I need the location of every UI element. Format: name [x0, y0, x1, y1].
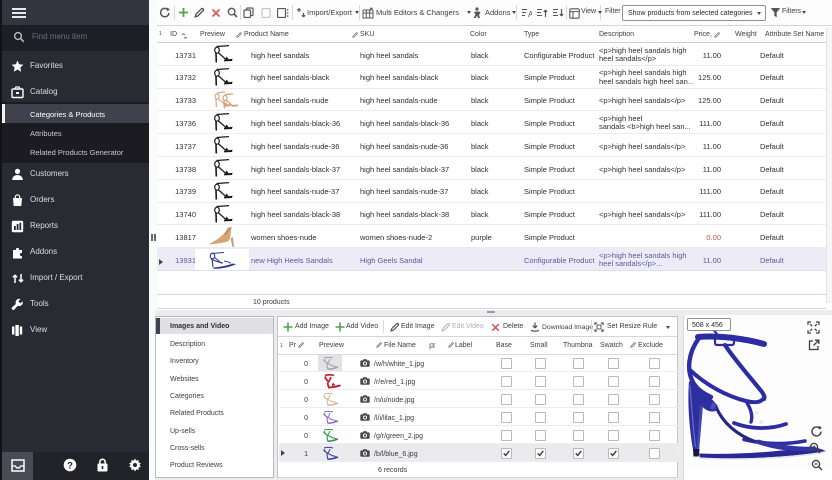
svg-text:?: ?	[67, 460, 73, 471]
svg-text:A: A	[528, 10, 532, 18]
